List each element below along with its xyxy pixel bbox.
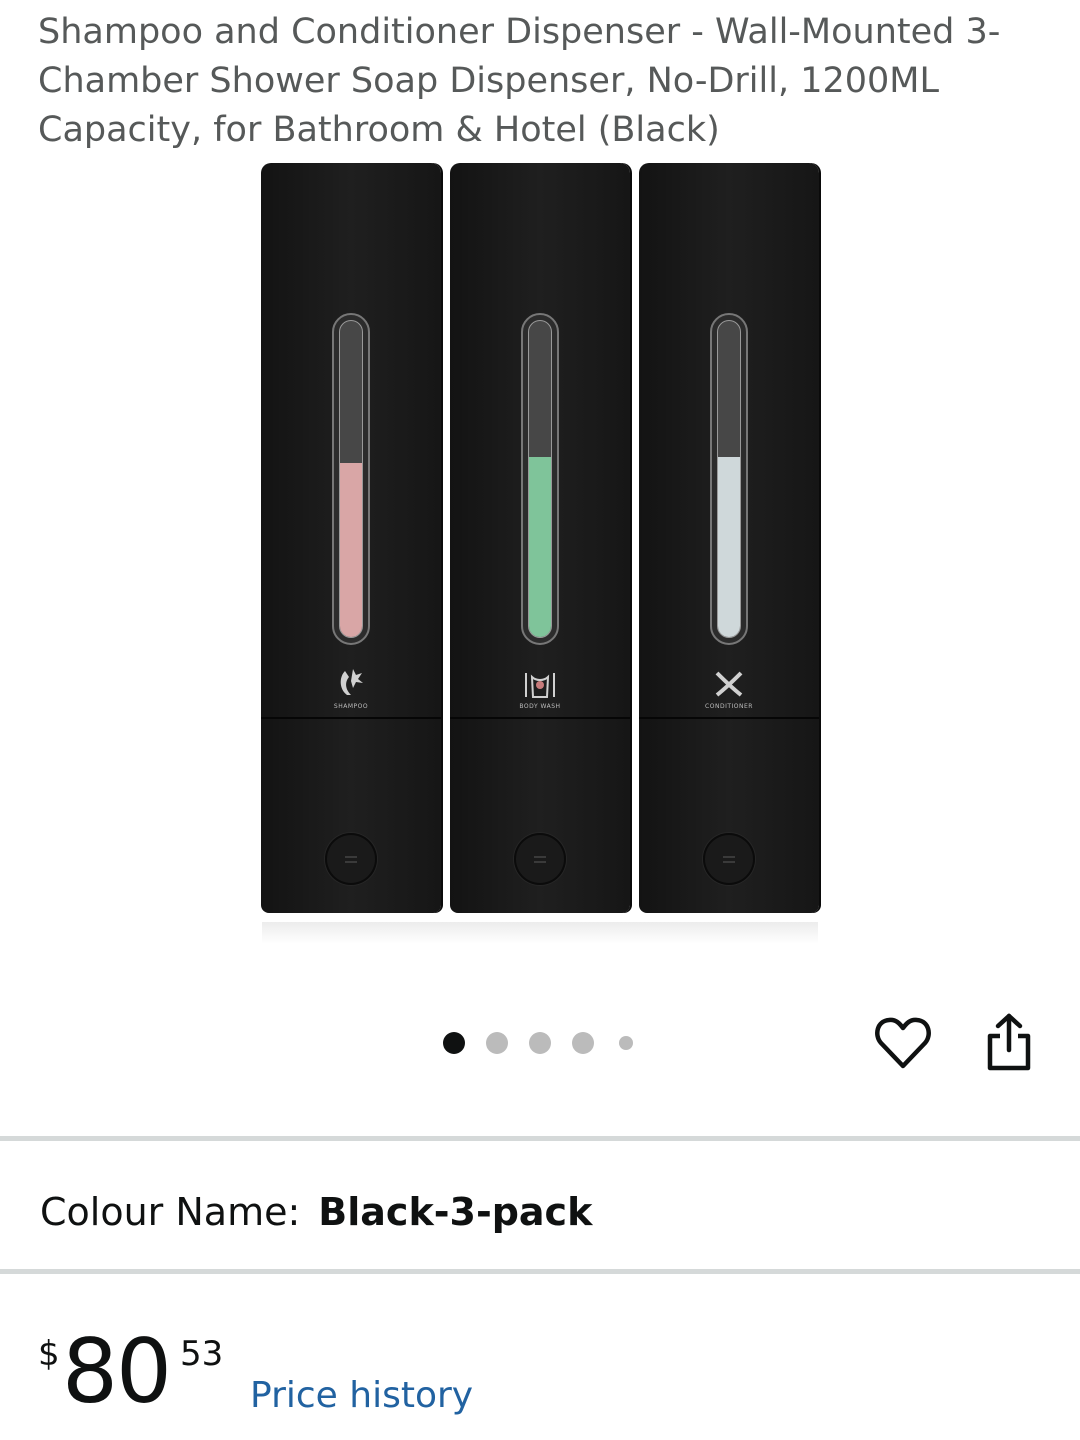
woman-leaf-icon (340, 669, 363, 695)
heart-icon[interactable] (874, 1014, 932, 1072)
share-icon[interactable] (982, 1012, 1036, 1072)
price-currency-symbol: $ (38, 1334, 60, 1374)
liquid-fill (718, 456, 740, 637)
product-title: Shampoo and Conditioner Dispenser - Wall… (38, 12, 1001, 150)
pump-button (325, 833, 377, 885)
pagination-dot-5[interactable] (619, 1036, 633, 1050)
crossed-strands-icon (715, 671, 743, 697)
divider (0, 1136, 1080, 1141)
colour-variation: Colour Name: Black-3-pack (40, 1188, 592, 1236)
dispenser-chamber-body-wash: BODY WASH (450, 163, 630, 913)
pagination-dot-1[interactable] (443, 1032, 465, 1054)
colour-label: Colour Name: (40, 1190, 301, 1234)
pagination-dot-2[interactable] (486, 1032, 508, 1054)
price-fraction: 53 (180, 1334, 224, 1374)
pagination-dot-3[interactable] (529, 1032, 551, 1054)
image-shadow (262, 922, 818, 944)
chamber-label: BODY WASH (519, 703, 561, 710)
image-pagination[interactable] (440, 1030, 640, 1056)
dispenser-chamber-shampoo: SHAMPOO (261, 163, 441, 913)
chamber-label: CONDITIONER (705, 703, 753, 710)
pump-button (703, 833, 755, 885)
price-whole: 80 (62, 1320, 172, 1423)
liquid-fill (340, 463, 362, 637)
colour-value: Black-3-pack (318, 1190, 593, 1234)
divider (0, 1269, 1080, 1274)
pagination-dot-4[interactable] (572, 1032, 594, 1054)
product-image-gallery[interactable]: SHAMPOO BODY WASH CONDITIONER (0, 150, 1080, 960)
level-window (710, 313, 748, 645)
chamber-label: SHAMPOO (333, 703, 369, 710)
dispenser-chamber-conditioner: CONDITIONER (639, 163, 819, 913)
pump-button (514, 833, 566, 885)
level-window (332, 313, 370, 645)
body-icon (525, 673, 555, 698)
liquid-fill (529, 456, 551, 637)
level-window (521, 313, 559, 645)
price-history-link[interactable]: Price history (250, 1375, 473, 1416)
